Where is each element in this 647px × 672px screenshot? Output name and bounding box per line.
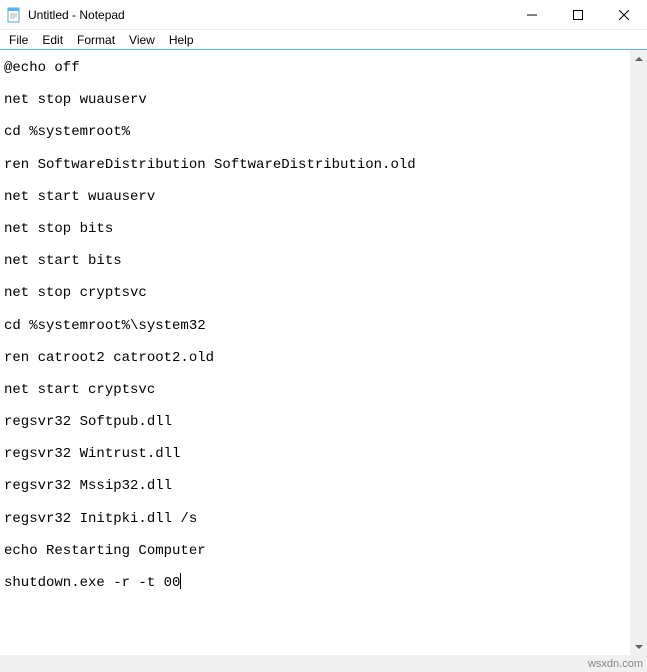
text-editor[interactable]: @echo off net stop wuauserv cd %systemro… — [0, 50, 647, 601]
menu-help[interactable]: Help — [162, 31, 201, 49]
titlebar: Untitled - Notepad — [0, 0, 647, 30]
maximize-button[interactable] — [555, 0, 601, 29]
content-area: @echo off net stop wuauserv cd %systemro… — [0, 50, 647, 655]
watermark: wsxdn.com — [588, 658, 643, 670]
minimize-button[interactable] — [509, 0, 555, 29]
menu-view[interactable]: View — [122, 31, 162, 49]
window-controls — [509, 0, 647, 29]
bottom-bar — [0, 655, 647, 672]
window-title: Untitled - Notepad — [28, 8, 509, 22]
menubar: File Edit Format View Help — [0, 30, 647, 50]
menu-format[interactable]: Format — [70, 31, 122, 49]
scroll-down-arrow[interactable] — [630, 638, 647, 655]
notepad-icon — [6, 7, 22, 23]
scroll-up-arrow[interactable] — [630, 50, 647, 67]
close-button[interactable] — [601, 0, 647, 29]
vertical-scrollbar[interactable] — [630, 50, 647, 655]
menu-edit[interactable]: Edit — [35, 31, 70, 49]
menu-file[interactable]: File — [2, 31, 35, 49]
